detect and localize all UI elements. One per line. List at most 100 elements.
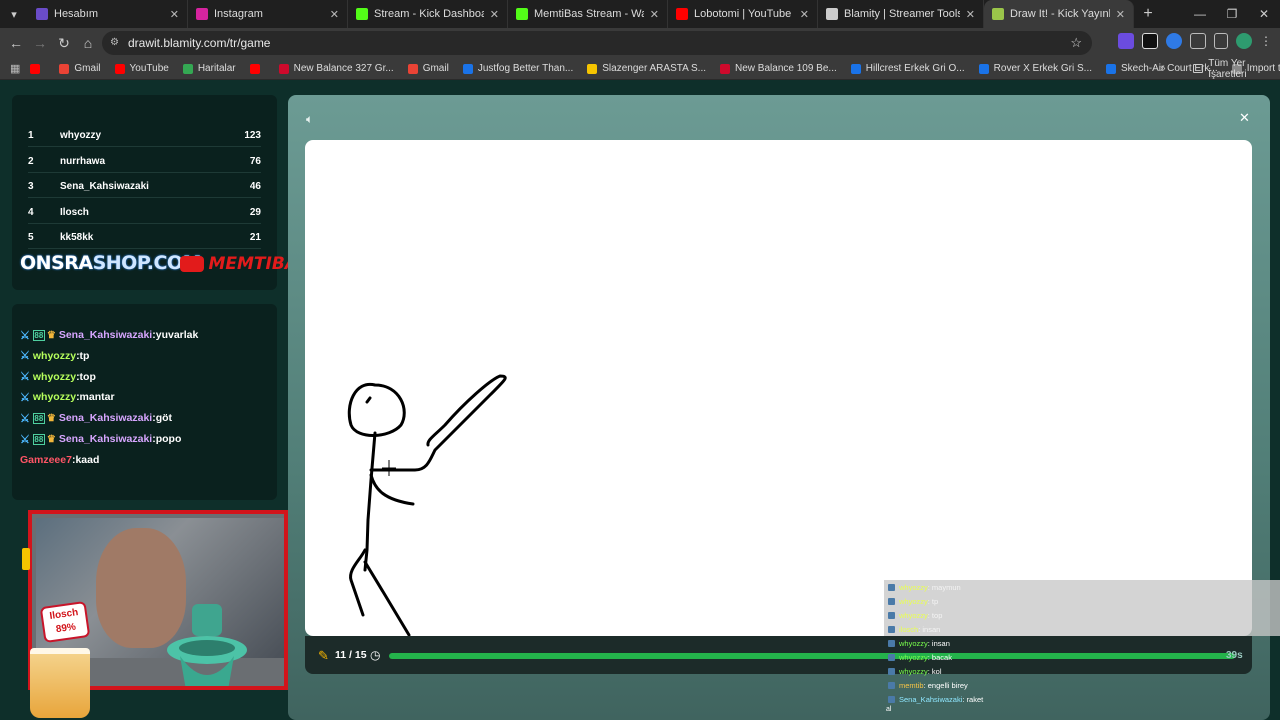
bookmark-item[interactable]: New Balance 327 Gr... [278, 63, 394, 74]
reload-icon[interactable]: ↻ [52, 35, 76, 52]
sub-badge-icon: 88 [32, 433, 45, 445]
bookmark-label: New Balance 327 Gr... [293, 63, 394, 74]
bookmark-item[interactable]: Gmail [407, 63, 449, 74]
crown-badge-icon: ♛ [46, 433, 56, 445]
chat-username[interactable]: Sena_Kahsiwazaki [59, 412, 152, 424]
puzzle-icon[interactable] [1190, 33, 1206, 49]
tab[interactable]: Draw It! - Kick Yayınları İçin Çiz ✕ [984, 0, 1134, 28]
chat-badge-icon [888, 611, 895, 619]
tab[interactable]: Hesabım ✕ [28, 0, 188, 28]
crown-badge-icon: ♛ [46, 329, 56, 341]
new-tab-icon[interactable]: + [1134, 5, 1162, 23]
bookmark-item[interactable] [30, 63, 45, 74]
tab-close-icon[interactable]: ✕ [1116, 8, 1125, 21]
leaderboard-rank: 3 [28, 181, 34, 192]
tab-close-icon[interactable]: ✕ [170, 8, 179, 21]
chat-text: :top [76, 370, 96, 383]
chat-panel: ⚔ 88 ♛ Sena_Kahsiwazaki:yuvarlak ⚔ whyozzy:tp… [12, 304, 277, 500]
overlay-username: whyozzy [899, 652, 928, 662]
leaderboard-name: Ilosch [60, 206, 89, 218]
tab-favicon-icon [516, 8, 528, 20]
leaderboard-rank: 5 [28, 232, 34, 243]
bookmark-item[interactable]: Justfog Better Than... [462, 63, 574, 74]
overlay-username: whyozzy [899, 666, 928, 676]
bookmark-item[interactable]: Gmail [59, 63, 101, 74]
overlay-input: al [886, 706, 892, 713]
drawing-canvas[interactable] [305, 140, 1252, 636]
chat-username[interactable]: whyozzy [33, 371, 76, 383]
close-window-icon[interactable]: ✕ [1248, 7, 1280, 21]
overlay-chat-row: ilosch : insan [884, 622, 1280, 636]
chat-badge-icon [888, 667, 895, 675]
leaderboard-rank: 2 [28, 155, 34, 167]
chat-username[interactable]: Sena_Kahsiwazaki [59, 329, 152, 341]
overlay-message: : tp [927, 596, 939, 606]
tab-close-icon[interactable]: ✕ [330, 8, 339, 21]
stick-figure-drawing [347, 374, 507, 636]
leaderboard-score: 76 [249, 155, 261, 167]
bookmark-item[interactable] [249, 63, 265, 74]
tab[interactable]: MemtiBas Stream - Watch Live ✕ [508, 0, 668, 28]
forward-icon[interactable]: → [28, 35, 52, 51]
bookmark-item[interactable]: Slazenger ARASTA S... [587, 63, 706, 74]
bookmark-list: Gmail YouTube Haritalar New Balance 327 Gr.… [30, 63, 1280, 74]
chat-username[interactable]: whyozzy [33, 350, 76, 362]
minimize-icon[interactable]: — [1184, 7, 1216, 21]
tab[interactable]: Blamity | Streamer Tools & Parti ✕ [818, 0, 984, 28]
tab-close-icon[interactable]: ✕ [490, 8, 499, 21]
chat-username[interactable]: whyozzy [33, 391, 76, 403]
bookmarks-bar: ▦ Gmail YouTube Haritalar New Balance 327 G… [0, 58, 1280, 80]
reading-list-icon[interactable] [1214, 33, 1228, 49]
more-bookmarks-icon[interactable]: » [1160, 63, 1166, 74]
url-input[interactable]: ⚙ drawit.blamity.com/tr/game ☆ [102, 31, 1092, 55]
bookmark-item[interactable]: Hillcrest Erkek Gri O... [850, 63, 965, 74]
tab-search-icon[interactable]: ▾ [0, 0, 28, 28]
back-icon[interactable]: ← [4, 35, 28, 51]
extension-icon[interactable] [1142, 33, 1158, 49]
tab-close-icon[interactable]: ✕ [800, 8, 809, 21]
tab-close-icon[interactable]: ✕ [650, 8, 659, 21]
tab-title: Hesabım [54, 8, 99, 20]
leaderboard-rank: 1 [28, 130, 34, 141]
bookmark-item[interactable]: Haritalar [182, 63, 236, 74]
profile-avatar[interactable] [1236, 33, 1252, 49]
tab-title: Stream - Kick Dashboard [374, 8, 484, 20]
tab-close-icon[interactable]: ✕ [966, 8, 975, 21]
tab-title: Lobotomi | YouTube Music [694, 8, 794, 20]
bookmark-item[interactable]: Rover X Erkek Gri S... [978, 63, 1092, 74]
bookmark-item[interactable]: YouTube [114, 63, 169, 74]
alert-bar [22, 548, 30, 570]
chat-message: ⚔ whyozzy:top [20, 367, 96, 387]
extension-icon[interactable] [1166, 33, 1182, 49]
chat-badge-icon [888, 625, 895, 633]
apps-icon[interactable]: ▦ [10, 62, 20, 75]
leaderboard-row: 3 Sena_Kahsiwazaki 46 [28, 176, 261, 198]
bookmark-item[interactable]: New Balance 109 Be... [720, 63, 837, 74]
chat-text: :popo [152, 433, 182, 445]
site-info-icon[interactable]: ⚙ [110, 31, 119, 55]
chat-username[interactable]: Sena_Kahsiwazaki [59, 433, 152, 445]
tab-favicon-icon [992, 8, 1004, 20]
bookmark-label: Justfog Better Than... [477, 63, 574, 74]
bookmark-favicon-icon [1106, 63, 1117, 74]
tab-favicon-icon [356, 8, 368, 20]
tab[interactable]: Stream - Kick Dashboard ✕ [348, 0, 508, 28]
extension-icon[interactable] [1118, 33, 1134, 49]
all-bookmarks[interactable]: Tüm Yer İşaretleri [1193, 58, 1280, 80]
restore-icon[interactable]: ❐ [1216, 7, 1248, 21]
sword-badge-icon: ⚔ [20, 391, 30, 404]
overlay-chat-row: whyozzy : insan [884, 636, 1280, 650]
tab[interactable]: Instagram ✕ [188, 0, 348, 28]
bookmark-label: YouTube [129, 63, 169, 74]
tab[interactable]: Lobotomi | YouTube Music ✕ [668, 0, 818, 28]
bookmark-star-icon[interactable]: ☆ [1070, 31, 1082, 55]
crosshair-cursor [382, 460, 396, 476]
sound-icon[interactable]: 🔈︎ [306, 112, 313, 127]
chat-username[interactable]: Gamzeee7 [20, 454, 72, 466]
overlay-username: Sena_Kahsiwazaki [899, 694, 963, 704]
close-icon[interactable]: ✕ [1239, 110, 1250, 126]
menu-icon[interactable]: ⋮ [1260, 34, 1272, 48]
home-icon[interactable]: ⌂ [76, 35, 100, 51]
toilet-icon [167, 604, 247, 686]
youtube-brand: MEMTIBA [180, 254, 302, 274]
